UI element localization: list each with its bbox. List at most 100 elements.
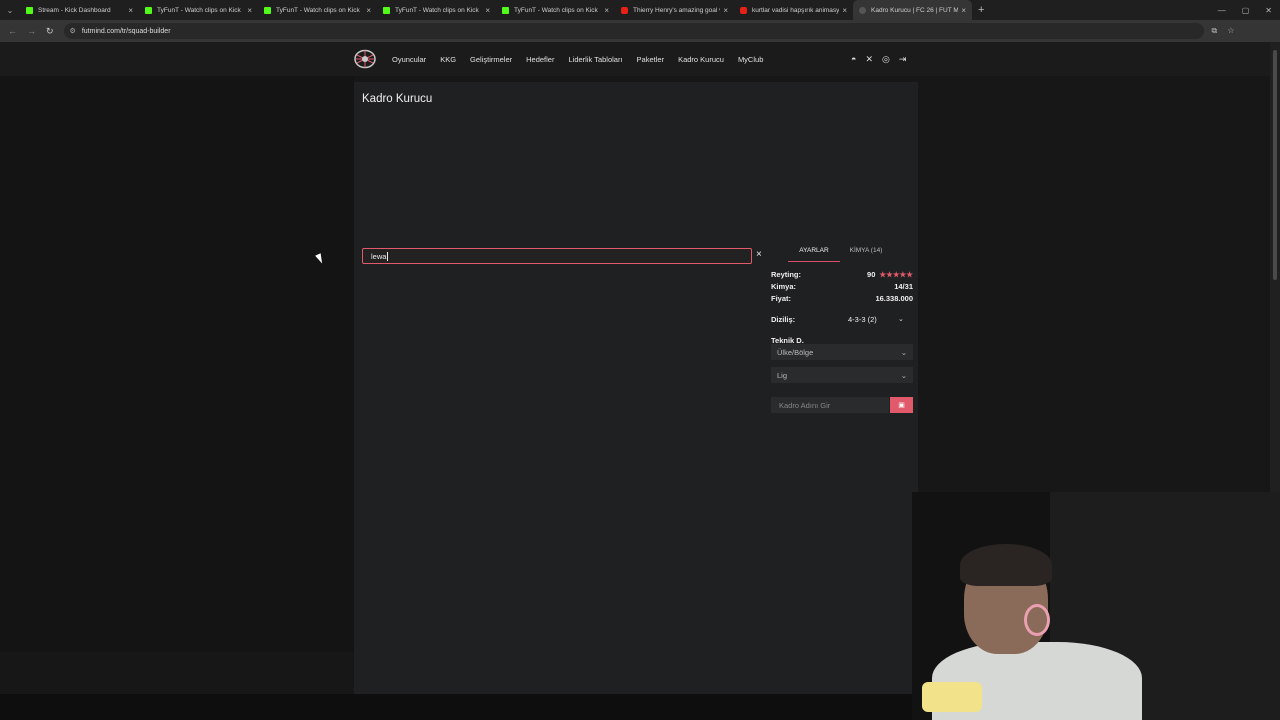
tab-title: kurtlar vadisi hapşırık animasyo	[752, 6, 840, 14]
rating-row: Reyting: 90 ★★★★★	[771, 268, 913, 280]
youtube-icon	[621, 6, 628, 14]
url-text: futmind.com/tr/squad-builder	[81, 27, 171, 35]
nav-item-myclub[interactable]: MyClub	[738, 55, 763, 64]
microphone	[922, 682, 982, 712]
rating-value: 90	[867, 269, 876, 279]
nav-item-evolutions[interactable]: Geliştirmeler	[470, 55, 512, 64]
settings-tabs: AYARLAR KİMYA (14)	[788, 242, 910, 262]
browser-tab[interactable]: TyFunT - Watch clips on Kick ×	[377, 0, 496, 20]
discord-icon[interactable]: ◓	[851, 54, 856, 64]
left-area	[0, 76, 354, 652]
minimize-icon[interactable]: —	[1218, 6, 1226, 15]
formation-label: Diziliş:	[771, 314, 796, 324]
tab-title: Kadro Kurucu | FC 26 | FUT Min	[871, 6, 959, 14]
site-navbar: Oyuncular KKG Geliştirmeler Hedefler Lid…	[0, 42, 1270, 76]
save-button[interactable]: ▣	[890, 397, 913, 413]
squad-stats: Reyting: 90 ★★★★★ Kimya: 14/31 Fiyat: 16.…	[771, 268, 913, 304]
search-value: lewa	[371, 251, 387, 261]
browser-tab[interactable]: TyFunT - Watch clips on Kick ×	[258, 0, 377, 20]
browser-tab-bar: ⌄ Stream - Kick Dashboard × TyFunT - Watc…	[0, 0, 1280, 20]
close-icon[interactable]: ×	[247, 6, 252, 15]
youtube-icon	[740, 6, 747, 14]
chevron-down-icon: ⌄	[900, 347, 907, 357]
site-info-icon[interactable]: ⚙	[70, 27, 76, 35]
page-title: Kadro Kurucu	[362, 93, 433, 105]
tab-title: TyFunT - Watch clips on Kick	[514, 6, 598, 14]
close-icon[interactable]: ×	[604, 6, 609, 15]
nav-item-players[interactable]: Oyuncular	[392, 55, 426, 64]
url-field[interactable]: ⚙ futmind.com/tr/squad-builder	[63, 23, 1204, 39]
close-icon[interactable]: ×	[128, 6, 133, 15]
formation-select[interactable]: Diziliş: 4-3-3 (2) ⌄	[771, 312, 913, 326]
close-icon[interactable]: ×	[485, 6, 490, 15]
nav-buttons: ← → ↻	[8, 26, 54, 37]
nav-item-leaderboards[interactable]: Liderlik Tabloları	[568, 55, 622, 64]
country-placeholder: Ülke/Bölge	[777, 347, 814, 357]
browser-tools: ⧉ ☆	[1212, 26, 1235, 36]
rating-value-group: 90 ★★★★★	[867, 270, 913, 279]
browser-tab[interactable]: TyFunT - Watch clips on Kick ×	[496, 0, 615, 20]
streamer-hair	[960, 544, 1052, 586]
close-icon[interactable]: ×	[366, 6, 371, 15]
rating-label: Reyting:	[771, 269, 801, 279]
tab-title: TyFunT - Watch clips on Kick	[157, 6, 241, 14]
country-select[interactable]: Ülke/Bölge ⌄	[771, 344, 913, 360]
x-icon[interactable]: ✕	[865, 54, 873, 65]
reload-icon[interactable]: ↻	[46, 26, 54, 37]
scrollbar-thumb[interactable]	[1273, 50, 1277, 280]
tab-search-icon[interactable]: ⌄	[0, 0, 20, 20]
headset-icon	[1024, 604, 1050, 636]
instagram-icon[interactable]: ◎	[882, 54, 890, 65]
close-icon[interactable]: ×	[723, 6, 728, 15]
chemistry-label: Kimya:	[771, 281, 797, 291]
back-icon[interactable]: ←	[8, 26, 17, 37]
install-icon[interactable]: ⧉	[1212, 26, 1218, 36]
browser-tab[interactable]: Stream - Kick Dashboard ×	[20, 0, 139, 20]
maximize-icon[interactable]: ▢	[1242, 6, 1250, 15]
tab-title: TyFunT - Watch clips on Kick	[395, 6, 479, 14]
browser-tab-active[interactable]: Kadro Kurucu | FC 26 | FUT Min ×	[853, 0, 972, 20]
price-label: Fiyat:	[771, 293, 792, 303]
chemistry-value: 14/31	[894, 281, 913, 291]
player-search-input[interactable]: lewa	[362, 248, 752, 264]
tab-title: TyFunT - Watch clips on Kick	[276, 6, 360, 14]
forward-icon[interactable]: →	[27, 26, 36, 37]
clear-search-icon[interactable]: ×	[756, 249, 762, 260]
tab-settings[interactable]: AYARLAR	[788, 242, 840, 262]
kick-icon	[26, 6, 33, 14]
rating-stars-icon: ★★★★★	[879, 269, 913, 279]
save-icon: ▣	[898, 402, 905, 409]
new-tab-icon[interactable]: +	[978, 4, 984, 16]
nav-item-packs[interactable]: Paketler	[637, 55, 665, 64]
text-caret	[387, 251, 389, 261]
futmind-logo[interactable]	[354, 49, 376, 69]
kick-icon	[264, 6, 271, 14]
tab-chemistry[interactable]: KİMYA (14)	[840, 242, 892, 262]
chemistry-row: Kimya: 14/31	[771, 280, 913, 292]
browser-tab[interactable]: Thierry Henry's amazing goal vs ×	[615, 0, 734, 20]
nav-item-sbc[interactable]: KKG	[440, 55, 456, 64]
tab-title: Stream - Kick Dashboard	[38, 6, 111, 14]
chevron-down-icon: ⌄	[900, 370, 907, 380]
chevron-down-icon: ⌄	[898, 316, 904, 323]
kick-icon	[502, 6, 509, 14]
tab-title: Thierry Henry's amazing goal vs	[633, 6, 721, 14]
league-select[interactable]: Lig ⌄	[771, 367, 913, 383]
nav-item-objectives[interactable]: Hedefler	[526, 55, 554, 64]
close-icon[interactable]: ×	[961, 6, 966, 15]
kick-icon	[383, 6, 390, 14]
bookmark-star-icon[interactable]: ☆	[1227, 26, 1234, 36]
login-icon[interactable]: ⇥	[899, 54, 907, 65]
squad-name-input[interactable]: Kadro Adını Gir	[771, 397, 889, 413]
close-window-icon[interactable]: ✕	[1265, 6, 1272, 15]
browser-tab[interactable]: kurtlar vadisi hapşırık animasyo ×	[734, 0, 853, 20]
window-controls: — ▢ ✕	[1218, 0, 1272, 20]
close-icon[interactable]: ×	[842, 6, 847, 15]
address-bar: ← → ↻ ⚙ futmind.com/tr/squad-builder ⧉ ☆	[0, 20, 1280, 42]
social-icons: ◓ ✕ ◎ ⇥	[851, 42, 906, 76]
webcam-overlay	[912, 492, 1280, 720]
nav-item-squad-builder[interactable]: Kadro Kurucu	[678, 55, 724, 64]
futmind-icon	[859, 6, 866, 14]
browser-tab[interactable]: TyFunT - Watch clips on Kick ×	[139, 0, 258, 20]
formation-value: 4-3-3 (2)	[848, 314, 877, 324]
